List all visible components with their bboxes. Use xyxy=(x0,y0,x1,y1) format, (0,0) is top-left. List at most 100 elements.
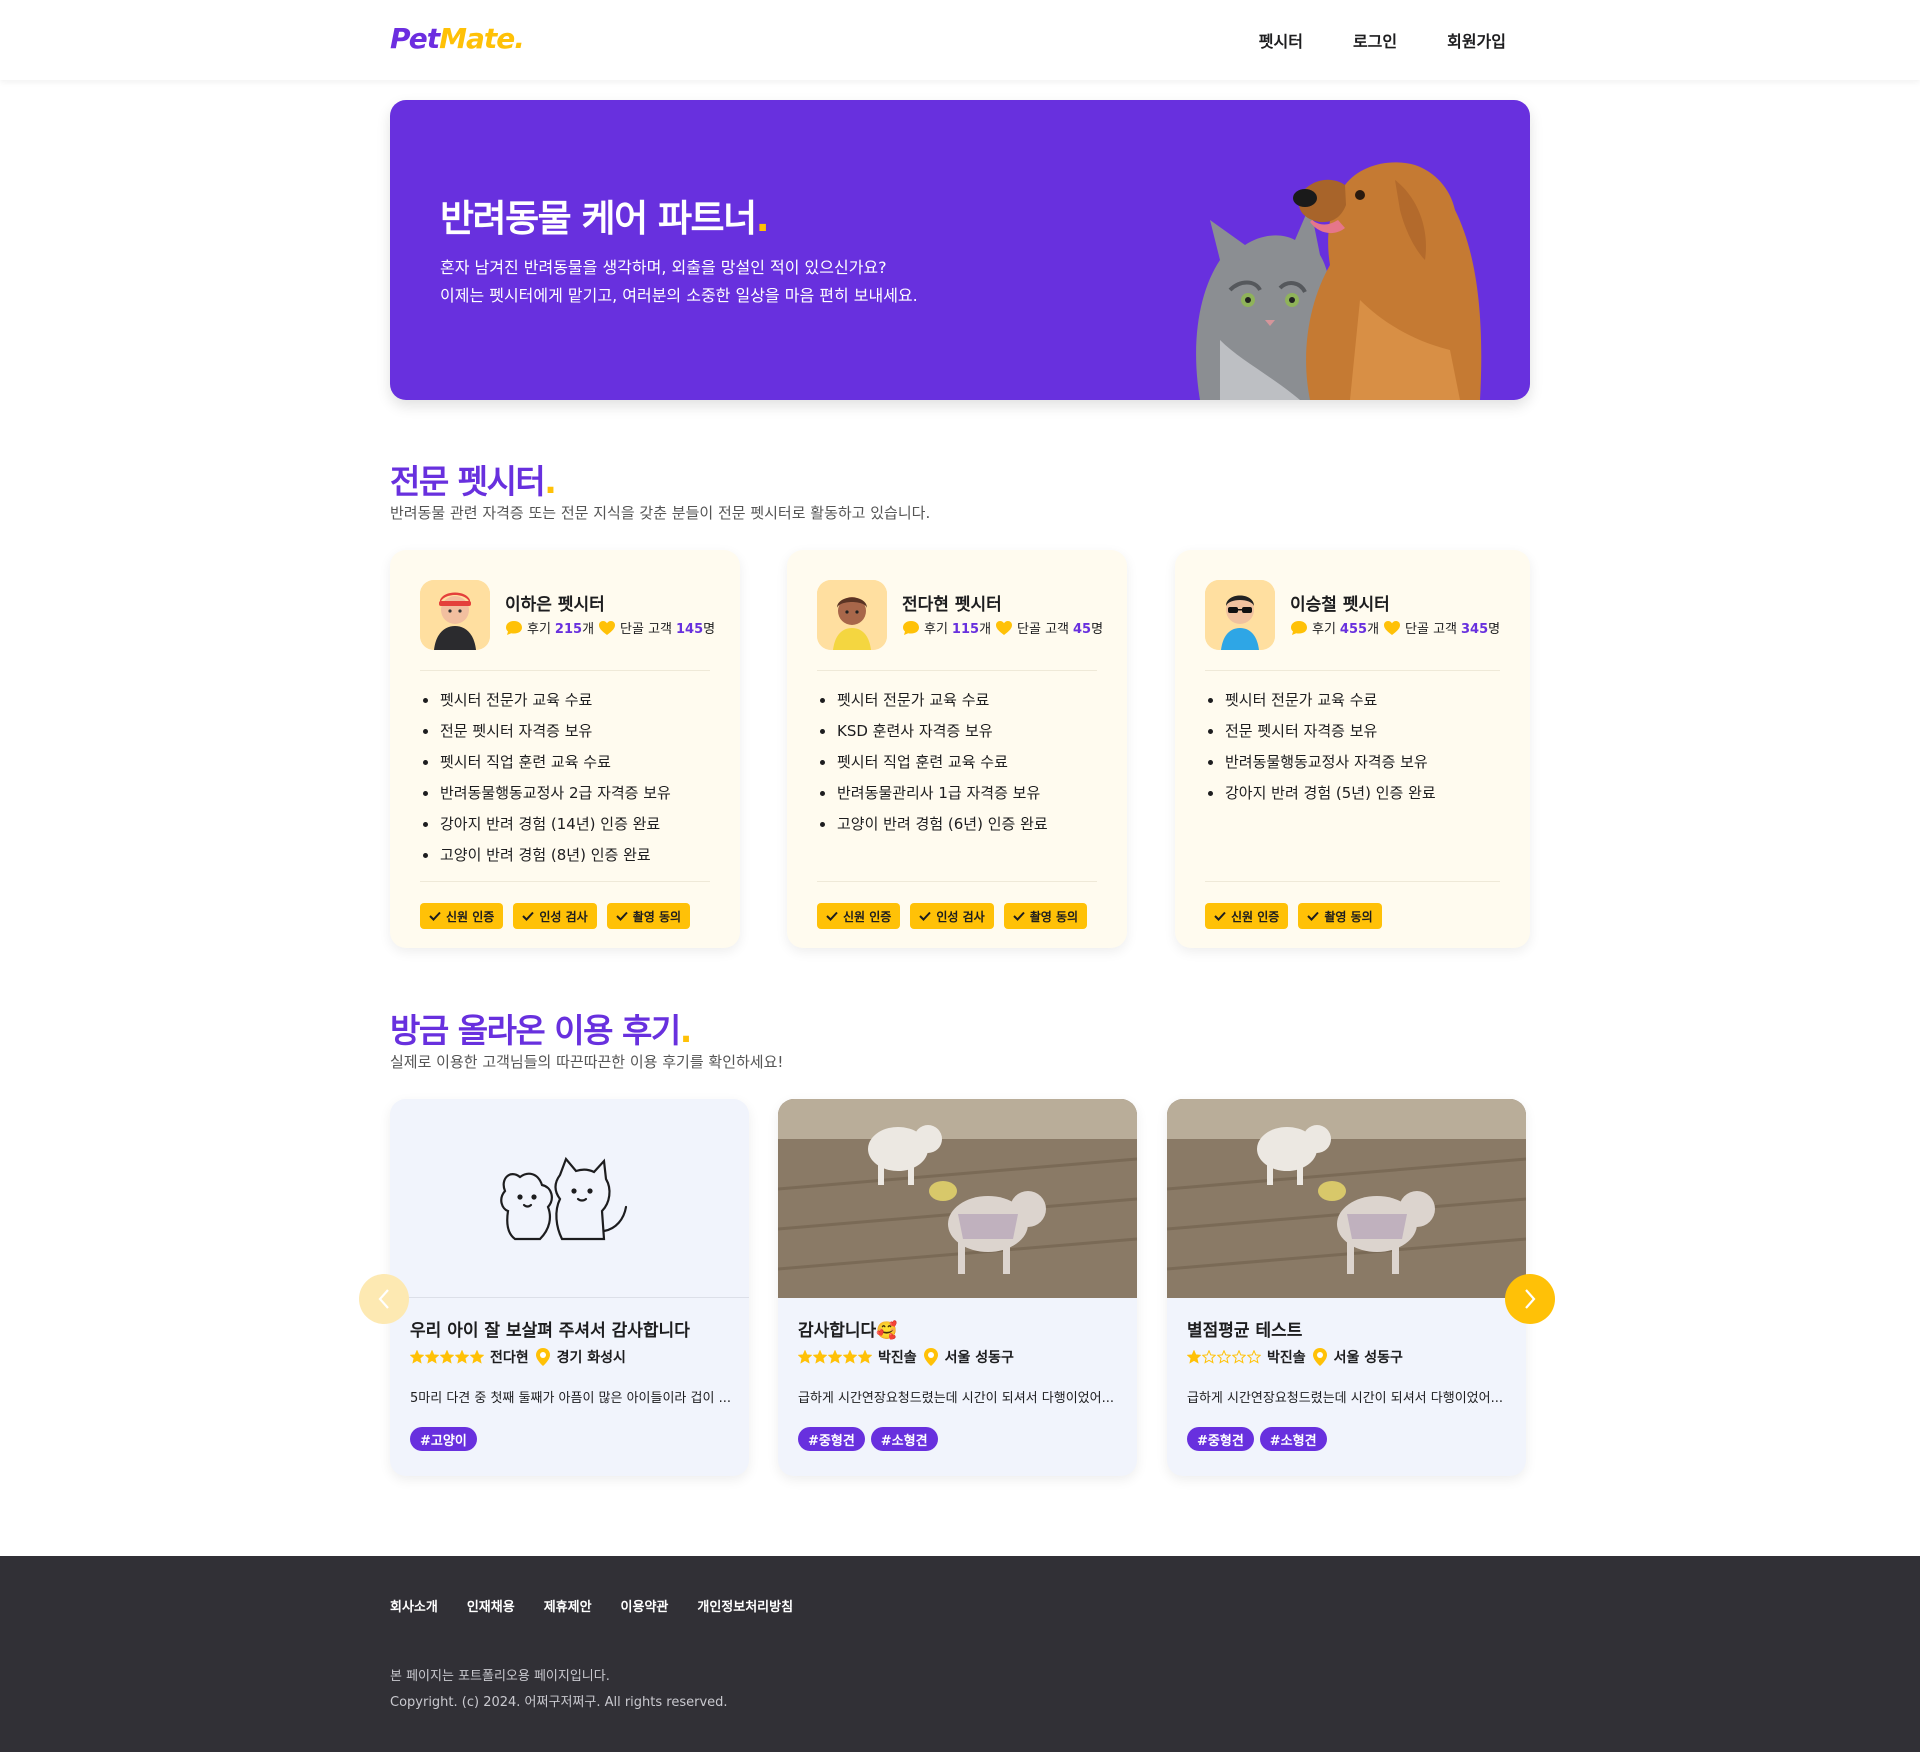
star-empty-icon xyxy=(1202,1350,1216,1364)
divider xyxy=(1205,881,1500,882)
review-title: 감사합니다🥰 xyxy=(798,1321,898,1341)
review-card[interactable]: 감사합니다🥰 박진솔 서울 성동구 급하게 시간연장요청드렸는데 시간이 되셔서… xyxy=(778,1099,1137,1476)
verification-badge: 인성 검사 xyxy=(910,903,994,929)
list-item: 고양이 반려 경험 (8년) 인증 완료 xyxy=(420,840,671,871)
logo[interactable]: PetMate. xyxy=(390,22,525,55)
sitter-name: 이하은 펫시터 xyxy=(505,595,605,615)
pet-type-tag[interactable]: #소형견 xyxy=(1259,1427,1327,1451)
sitters-section-title: 전문 펫시터. xyxy=(390,462,557,501)
carousel-next-button[interactable] xyxy=(1505,1274,1555,1324)
star-empty-icon xyxy=(1247,1350,1261,1364)
review-card[interactable]: 우리 아이 잘 보살펴 주셔서 감사합니다 전다현 경기 화성시 5마리 다견 … xyxy=(390,1099,749,1476)
check-icon xyxy=(615,911,628,921)
carousel-prev-button[interactable] xyxy=(359,1274,409,1324)
sitter-card[interactable]: 이하은 펫시터 후기 215개 단골 고객 145명 펫시터 전문가 교육 수료… xyxy=(390,550,740,948)
nav-petsitter-link[interactable]: 펫시터 xyxy=(1259,28,1303,52)
list-item: 펫시터 전문가 교육 수료 xyxy=(1205,685,1436,716)
speech-bubble-icon xyxy=(903,620,919,635)
hero-banner: 반려동물 케어 파트너. 혼자 남겨진 반려동물을 생각하며, 외출을 망설인 … xyxy=(390,100,1530,400)
list-item: 펫시터 직업 훈련 교육 수료 xyxy=(420,747,671,778)
copyright: Copyright. (c) 2024. 어쩌구저쩌구. All rights … xyxy=(390,1695,728,1710)
pet-type-tag[interactable]: #고양이 xyxy=(410,1427,477,1451)
list-item: 반려동물관리사 1급 자격증 보유 xyxy=(817,778,1048,809)
sitter-card[interactable]: 전다현 펫시터 후기 115개 단골 고객 45명 펫시터 전문가 교육 수료 … xyxy=(787,550,1127,948)
nav-signup-link[interactable]: 회원가입 xyxy=(1447,28,1506,52)
reviews-section-title: 방금 올라온 이용 후기. xyxy=(390,1011,692,1050)
star-filled-icon xyxy=(440,1350,454,1364)
divider xyxy=(420,670,710,671)
check-icon xyxy=(1214,911,1226,921)
location-pin-icon xyxy=(923,1348,938,1366)
list-item: 펫시터 직업 훈련 교육 수료 xyxy=(817,747,1048,778)
star-rating xyxy=(410,1350,484,1364)
footer-link-privacy[interactable]: 개인정보처리방침 xyxy=(697,1596,793,1615)
review-sitter: 박진솔 xyxy=(1267,1350,1306,1366)
chevron-right-icon xyxy=(1525,1289,1536,1309)
divider xyxy=(817,881,1097,882)
footer-link-about[interactable]: 회사소개 xyxy=(390,1596,438,1615)
pet-type-tag[interactable]: #중형견 xyxy=(798,1427,865,1451)
chevron-left-icon xyxy=(378,1289,389,1309)
tag-list: #고양이 xyxy=(410,1427,477,1451)
list-item: 반려동물행동교정사 자격증 보유 xyxy=(1205,747,1436,778)
star-rating xyxy=(798,1350,872,1364)
review-meta: 박진솔 서울 성동구 xyxy=(798,1347,1014,1367)
verification-badge: 촬영 동의 xyxy=(1298,903,1382,929)
credential-list: 펫시터 전문가 교육 수료 전문 펫시터 자격증 보유 반려동물행동교정사 자격… xyxy=(1205,685,1436,809)
review-card[interactable]: 별점평균 테스트 박진솔 서울 성동구 급하게 시간연장요청드렸는데 시간이 되… xyxy=(1167,1099,1526,1476)
review-meta: 박진솔 서울 성동구 xyxy=(1187,1347,1403,1367)
list-item: 반려동물행동교정사 2급 자격증 보유 xyxy=(420,778,671,809)
badge-list: 신원 인증 인성 검사 촬영 동의 xyxy=(420,903,691,929)
review-location: 서울 성동구 xyxy=(1333,1350,1403,1366)
review-text: 급하게 시간연장요청드렸는데 시간이 되셔서 다행이었어... xyxy=(1187,1391,1503,1406)
list-item: 강아지 반려 경험 (5년) 인증 완료 xyxy=(1205,778,1436,809)
badge-list: 신원 인증 인성 검사 촬영 동의 xyxy=(817,903,1088,929)
footer-link-partnership[interactable]: 제휴제안 xyxy=(544,1596,592,1615)
location-pin-icon xyxy=(1312,1348,1327,1366)
check-icon xyxy=(919,911,932,921)
avatar xyxy=(1205,580,1275,650)
site-footer: 회사소개 인재채용 제휴제안 이용약관 개인정보처리방침 본 페이지는 포트폴리… xyxy=(0,1556,1920,1752)
sitter-card[interactable]: 이승철 펫시터 후기 455개 단골 고객 345명 펫시터 전문가 교육 수료… xyxy=(1175,550,1530,948)
verification-badge: 인성 검사 xyxy=(513,903,597,929)
sitters-section-subtitle: 반려동물 관련 자격증 또는 전문 지식을 갖춘 분들이 전문 펫시터로 활동하… xyxy=(390,504,931,522)
check-icon xyxy=(826,911,838,921)
divider xyxy=(817,670,1097,671)
star-filled-icon xyxy=(1187,1350,1201,1364)
list-item: KSD 훈련사 자격증 보유 xyxy=(817,716,1048,747)
hero-title: 반려동물 케어 파트너. xyxy=(440,197,770,240)
review-title: 우리 아이 잘 보살펴 주셔서 감사합니다 xyxy=(410,1321,690,1341)
speech-bubble-icon xyxy=(506,620,522,635)
review-placeholder-illustration xyxy=(390,1099,749,1298)
heart-icon xyxy=(599,620,616,635)
list-item: 펫시터 전문가 교육 수료 xyxy=(817,685,1048,716)
check-icon xyxy=(429,911,441,921)
verification-badge: 촬영 동의 xyxy=(1003,903,1088,929)
sitter-name: 전다현 펫시터 xyxy=(902,595,1002,615)
avatar xyxy=(817,580,887,650)
pet-type-tag[interactable]: #소형견 xyxy=(870,1427,938,1451)
star-filled-icon xyxy=(858,1350,872,1364)
review-sitter: 박진솔 xyxy=(878,1350,917,1366)
star-filled-icon xyxy=(410,1350,424,1364)
sitter-stats: 후기 215개 단골 고객 145명 xyxy=(505,618,715,637)
star-empty-icon xyxy=(1232,1350,1246,1364)
footer-link-terms[interactable]: 이용약관 xyxy=(621,1596,669,1615)
star-filled-icon xyxy=(425,1350,439,1364)
pet-type-tag[interactable]: #중형견 xyxy=(1187,1427,1254,1451)
divider xyxy=(420,881,710,882)
list-item: 강아지 반려 경험 (14년) 인증 완료 xyxy=(420,809,671,840)
hero-description: 혼자 남겨진 반려동물을 생각하며, 외출을 망설인 적이 있으신가요? 이제는 … xyxy=(440,258,918,305)
credential-list: 펫시터 전문가 교육 수료 KSD 훈련사 자격증 보유 펫시터 직업 훈련 교… xyxy=(817,685,1048,840)
badge-list: 신원 인증 촬영 동의 xyxy=(1205,903,1382,929)
divider xyxy=(1205,670,1500,671)
nav-login-link[interactable]: 로그인 xyxy=(1353,28,1397,52)
speech-bubble-icon xyxy=(1291,620,1307,635)
list-item: 전문 펫시터 자격증 보유 xyxy=(420,716,671,747)
review-dogs-photo xyxy=(778,1099,1137,1298)
star-filled-icon xyxy=(843,1350,857,1364)
heart-icon xyxy=(1384,620,1401,635)
sitter-name: 이승철 펫시터 xyxy=(1290,595,1390,615)
location-pin-icon xyxy=(535,1348,550,1366)
footer-link-careers[interactable]: 인재채용 xyxy=(467,1596,515,1615)
